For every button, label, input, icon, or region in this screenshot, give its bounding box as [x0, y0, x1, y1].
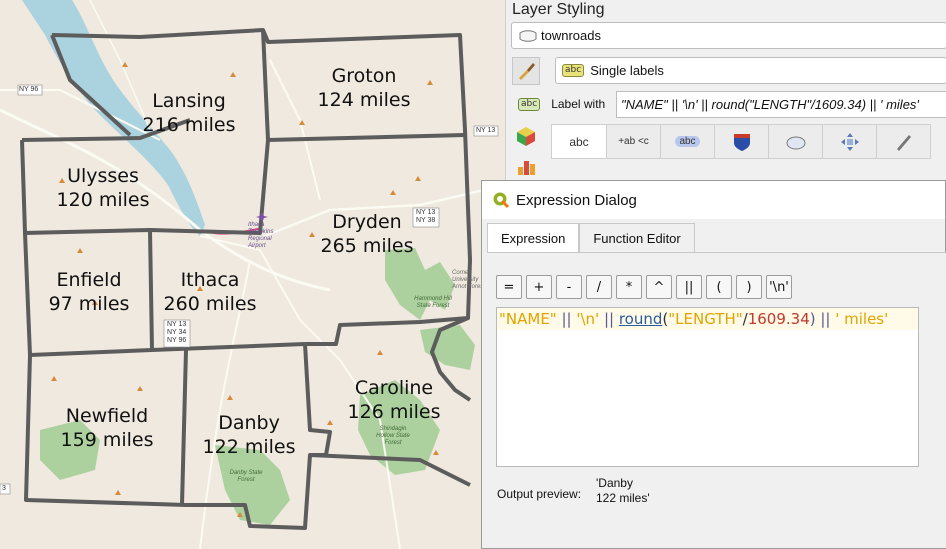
line-layer-icon: [519, 29, 537, 42]
op-plus-button[interactable]: +: [526, 275, 552, 299]
layer-select[interactable]: townroads: [511, 22, 946, 49]
town-label-caroline: Caroline 126 miles: [347, 377, 441, 423]
layer-styling-panel: Layer Styling townroads abc Single label…: [505, 0, 946, 182]
tab-expression[interactable]: Expression: [487, 223, 580, 253]
town-label-ithaca: Ithaca 260 miles: [163, 269, 257, 315]
layer-name: townroads: [541, 28, 601, 43]
label-mode-select[interactable]: abc Single labels: [555, 57, 946, 84]
background-icon: [786, 136, 805, 149]
operator-toolbar: = + - / * ^ || ( ) '\n': [496, 275, 792, 299]
shindagin-forest-label: Shindagin Hollow State Forest: [376, 426, 410, 446]
dialog-titlebar[interactable]: Expression Dialog: [482, 181, 945, 219]
label-expression-field[interactable]: "NAME" || '\n' || round("LENGTH"/1609.34…: [616, 91, 946, 118]
shield-ny13: NY 13: [476, 127, 496, 134]
panel-title: Layer Styling: [512, 1, 605, 18]
shield-ny34: NY 34: [167, 329, 187, 336]
town-label-lansing: Lansing 216 miles: [142, 90, 236, 136]
op-divide-button[interactable]: /: [586, 275, 612, 299]
dialog-title: Expression Dialog: [516, 191, 637, 209]
tab-placement[interactable]: [823, 124, 877, 159]
3d-cube-icon[interactable]: [512, 122, 540, 150]
label-settings-tabs: abc +ab <c abc: [551, 124, 946, 160]
tab-background[interactable]: [769, 124, 823, 159]
op-newline-button[interactable]: '\n': [766, 275, 792, 299]
diagram-icon[interactable]: [512, 152, 540, 180]
airport-label: Ithaca Tompkins Regional Airport: [248, 222, 274, 249]
op-equals-button[interactable]: =: [496, 275, 522, 299]
hammond-forest-label: Hammond Hill State Forest: [414, 296, 452, 309]
dialog-tabs: Expression Function Editor: [487, 223, 695, 253]
op-power-button[interactable]: ^: [646, 275, 672, 299]
shield-ny96-b: NY 96: [167, 337, 187, 344]
expression-panel: = + - / * ^ || ( ) '\n' "NAME" || '\n' |…: [487, 252, 946, 548]
town-label-newfield: Newfield 159 miles: [60, 405, 154, 451]
shield-ny96: NY 96: [19, 86, 39, 93]
qgis-logo-icon: [493, 192, 510, 209]
op-open-paren-button[interactable]: (: [706, 275, 732, 299]
single-labels-icon: abc: [562, 64, 585, 77]
tab-function-editor[interactable]: Function Editor: [579, 223, 695, 253]
shield-edge: 3: [2, 485, 6, 492]
paintbrush-icon[interactable]: [512, 57, 540, 85]
tab-formatting[interactable]: +ab <c: [607, 124, 661, 159]
tab-text[interactable]: abc: [551, 124, 607, 159]
tab-shield[interactable]: [715, 124, 769, 159]
rendering-icon: [896, 134, 911, 151]
label-mode-value: Single labels: [590, 63, 664, 78]
op-multiply-button[interactable]: *: [616, 275, 642, 299]
label-icon: abc: [518, 97, 541, 111]
expression-editor[interactable]: "NAME" || '\n' || round("LENGTH"/1609.34…: [496, 307, 919, 467]
op-close-paren-button[interactable]: ): [736, 275, 762, 299]
town-label-ulysses: Ulysses 120 miles: [56, 165, 150, 211]
town-label-dryden: Dryden 265 miles: [320, 211, 414, 257]
shield-icon: [733, 133, 750, 151]
output-preview-label: Output preview:: [497, 487, 582, 501]
label-with-text: Label with: [551, 97, 606, 111]
town-label-danby: Danby 122 miles: [202, 412, 296, 458]
danby-forest-label: Danby State Forest: [229, 470, 263, 483]
output-preview-value: 'Danby 122 miles': [596, 476, 650, 505]
town-label-groton: Groton 124 miles: [317, 65, 411, 111]
op-minus-button[interactable]: -: [556, 275, 582, 299]
tab-buffer[interactable]: abc: [661, 124, 715, 159]
label-with-row: abc Label with: [518, 92, 605, 116]
shield-ny13-b: NY 13: [167, 321, 187, 328]
expression-dialog: Expression Dialog Expression Function Ed…: [481, 180, 946, 549]
tab-rendering[interactable]: [877, 124, 931, 159]
placement-icon: [840, 132, 859, 151]
expression-code: "NAME" || '\n' || round("LENGTH"/1609.34…: [499, 310, 889, 328]
op-concat-button[interactable]: ||: [676, 275, 702, 299]
